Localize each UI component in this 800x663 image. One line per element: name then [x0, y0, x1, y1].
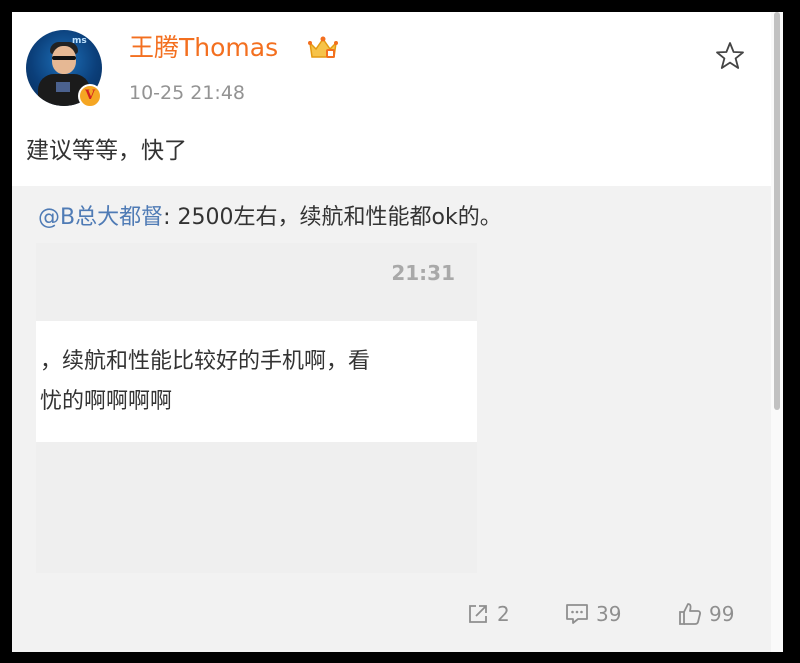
repost-text: : 2500左右，续航和性能都ok的。 [163, 205, 502, 230]
comment-count: 39 [596, 602, 622, 626]
avatar-glasses [52, 56, 76, 60]
image-text-line-2: 忧的啊啊啊啊 [40, 389, 173, 414]
post-time: 10-25 21:48 [129, 82, 246, 104]
share-icon [469, 605, 487, 623]
comment-button[interactable]: 39 [564, 600, 621, 628]
repost-count: 2 [497, 602, 510, 626]
repost-text-line: @B总大都督: 2500左右，续航和性能都ok的。 [38, 203, 502, 233]
post-text: 建议等等，快了 [26, 138, 187, 164]
mention-link[interactable]: @B总大都督 [38, 205, 163, 230]
like-button[interactable]: 99 [677, 600, 734, 628]
scrollbar-thumb[interactable] [774, 12, 780, 410]
image-chat-bubble: ，续航和性能比较好的手机啊，看 忧的啊啊啊啊 [36, 321, 477, 442]
image-text-line-1: ，续航和性能比较好的手机啊，看 [40, 349, 371, 374]
like-count: 99 [709, 602, 735, 626]
comment-icon [566, 604, 588, 624]
author-name[interactable]: 王腾Thomas [129, 33, 278, 63]
image-time: 21:31 [391, 261, 455, 285]
avatar-shirt-mark [56, 82, 70, 92]
repost-image[interactable]: 21:31 ，续航和性能比较好的手机啊，看 忧的啊啊啊啊 [36, 243, 477, 573]
avatar-head [52, 46, 76, 74]
avatar-text: ms [72, 36, 87, 46]
verified-badge: V [78, 84, 102, 108]
like-icon [679, 603, 702, 625]
star-icon[interactable] [714, 40, 746, 72]
crown-vip-icon[interactable] [307, 34, 339, 62]
repost-button[interactable]: 2 [465, 600, 510, 628]
